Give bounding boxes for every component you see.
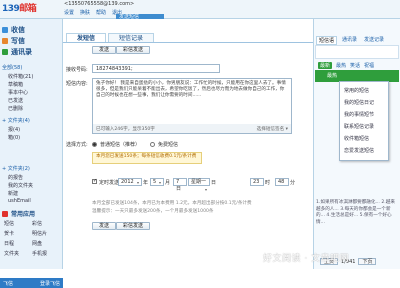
weekday-select[interactable]: 星期一 ▾ [188, 178, 210, 192]
send-mode-label: 选择方式: [66, 142, 88, 148]
sidebar-apps-grid: 短信 彩信 贺卡 明信片 日程 网盘 文件夹 手机报 [4, 220, 60, 257]
tab-sms-records[interactable]: 短信记录 [108, 33, 155, 42]
year-select[interactable]: 2012 ▾ [118, 178, 142, 186]
sidebar-item-all[interactable]: 全部(58) [2, 64, 22, 71]
sidebar-item-inbox[interactable]: 收件箱(21) [8, 73, 33, 80]
sidebar-compose[interactable]: 写信 [2, 36, 25, 46]
watermark-text: 好文阅读 · 文章吧网 [263, 254, 350, 264]
phrase-categories: 最新 最热 笑话 祝福 [318, 62, 374, 69]
tab-contacts[interactable]: 通讯录 [340, 36, 359, 45]
sidebar-folder-item[interactable]: 箱(0) [8, 134, 20, 141]
radio-checked-icon[interactable] [92, 142, 97, 147]
sidebar-folder2-item[interactable]: 我的文件夹 [8, 182, 33, 189]
category-jokes[interactable]: 笑话 [350, 62, 360, 69]
daily-limit-tip: 温馨提示：一天只最多发送200条，一个月最多发送1000条 [92, 209, 214, 214]
phrase-dropdown-menu: 常用的短信 我的短信日记 我的事情短节 联系短信记录 收件箱短信 恋爱发送短信 [339, 81, 389, 161]
day-unit: 日 [211, 180, 217, 186]
tab-send-history[interactable]: 发送记录 [362, 36, 386, 45]
dropdown-item[interactable]: 常用的短信 [344, 87, 369, 94]
inbox-icon [2, 27, 8, 33]
day-select[interactable]: 7日 [173, 178, 187, 192]
sidebar-apps-title: 常用应用 [2, 209, 35, 218]
fetion-label: 飞信 [3, 280, 14, 287]
app-postcard[interactable]: 明信片 [32, 230, 60, 237]
app-folder[interactable]: 文件夹 [4, 250, 32, 257]
radio-unchecked-icon[interactable] [150, 142, 155, 147]
fetion-login-link[interactable]: 登录飞信 [40, 280, 60, 287]
hour-unit: 时 [265, 180, 271, 186]
account-address: <13550765558@139.com> [64, 1, 135, 7]
tab-send-sms[interactable]: 发短信 [66, 33, 107, 42]
tab-divider [63, 42, 313, 43]
sidebar-inbox[interactable]: 收信 [2, 25, 25, 35]
minute-select[interactable]: 48 [275, 178, 289, 186]
app-mobile-news[interactable]: 手机报 [32, 250, 60, 257]
recipient-input[interactable]: 18274843391; [92, 64, 220, 73]
timed-send-checkbox[interactable] [92, 178, 97, 184]
sidebar-folder2-item[interactable]: 新建 [8, 190, 18, 197]
app-mms[interactable]: 彩信 [32, 220, 60, 227]
sidebar-folders-title[interactable]: + 文件夹(4) [2, 117, 30, 124]
menu-skin[interactable]: 换肤 [80, 9, 90, 16]
category-newest[interactable]: 最新 [318, 62, 333, 69]
menu-help[interactable]: 帮助 [96, 9, 106, 16]
dropdown-item[interactable]: 我的短信日记 [344, 99, 374, 106]
hour-select[interactable]: 23 [250, 178, 264, 186]
sidebar-folder2-item[interactable]: ushEmail [8, 198, 31, 204]
sidebar-contacts[interactable]: 通讯录 [2, 47, 32, 57]
phrase-list[interactable]: 1.如果所有冰淇淋都要都融化... 2.越来越多的人... 3.每天的你都会是一… [316, 200, 398, 226]
year-unit: 年 [143, 180, 149, 186]
top-menu: 设置 换肤 帮助 退出 [64, 9, 122, 16]
dropdown-item[interactable]: 我的事情短节 [344, 111, 374, 118]
send-mode-notice: 本月您已发送150条；每条短信收费0.1元/条计费 [92, 152, 202, 164]
app-disk[interactable]: 网盘 [32, 240, 60, 247]
timed-send-label: 定时发送 [99, 180, 120, 186]
month-select[interactable]: 5 ▾ [150, 178, 164, 186]
mms-send-button[interactable]: 彩信发送 [116, 46, 151, 54]
right-panel-tabs: 短信语 通讯录 发送记录 [316, 36, 386, 45]
recipient-label: 接收号码: [66, 67, 88, 73]
dropdown-item[interactable]: 收件箱短信 [344, 135, 369, 142]
sidebar-folder2-item[interactable]: 的报告 [8, 174, 23, 181]
signature-select[interactable]: 选择短信签名 ▾ [257, 126, 288, 132]
pencil-icon [2, 38, 8, 44]
menu-settings[interactable]: 设置 [64, 9, 74, 16]
next-page-button[interactable]: 下页 [358, 258, 377, 265]
app-logo[interactable]: 139邮箱 [2, 1, 37, 14]
app-sms[interactable]: 短信 [4, 220, 32, 227]
top-header: 139邮箱 <13550765558@139.com> 设置 换肤 帮助 退出 … [0, 0, 400, 20]
month-unit: 月 [165, 180, 171, 186]
dropdown-item[interactable]: 恋爱发送短信 [344, 147, 374, 154]
sidebar-item-deleted[interactable]: 已删除 [8, 105, 23, 112]
content-label: 短信内容: [66, 81, 88, 87]
apps-icon [2, 210, 8, 217]
sidebar-item-drafts[interactable]: 草稿箱 [8, 81, 23, 88]
left-sidebar: 收信 写信 通讯录 全部(58) 收件箱(21) 草稿箱 事本中心 已发送 已删… [0, 19, 63, 288]
sidebar-folder-item[interactable]: 报(4) [8, 126, 20, 133]
sidebar-item-center[interactable]: 事本中心 [8, 89, 28, 96]
dropdown-item[interactable]: 联系短信记录 [344, 123, 374, 130]
contacts-icon [2, 49, 8, 55]
monthly-summary: 本月全部已发送104条，本月已为本费用 1.2元，本月超出部分按0.1元/条计费 [92, 201, 252, 206]
minute-unit: 分 [290, 180, 296, 186]
mode-normal-option[interactable]: 普通短信（推荐） [92, 141, 140, 148]
mode-free-option[interactable]: 免费短信 [150, 141, 178, 148]
app-calendar[interactable]: 日程 [4, 240, 32, 247]
right-search-area[interactable] [315, 45, 399, 59]
category-hot[interactable]: 最热 [336, 62, 346, 69]
sidebar-footer: 飞信 登录飞信 [0, 278, 63, 288]
compose-tabs: 发短信 短信记录 [66, 33, 155, 42]
app-card[interactable]: 贺卡 [4, 230, 32, 237]
content-footer: 已可输入246字，显示350字 选择短信签名 ▾ [92, 124, 292, 134]
sidebar-folder2-title[interactable]: + 文件夹(2) [2, 165, 30, 172]
send-button[interactable]: 发送 [92, 46, 117, 54]
tab-sms-phrases[interactable]: 短信语 [316, 36, 338, 45]
category-wishes[interactable]: 祝福 [364, 62, 374, 69]
mms-send-button-bottom[interactable]: 彩信发送 [116, 222, 151, 230]
sidebar-item-sent[interactable]: 已发送 [8, 97, 23, 104]
char-counter: 已可输入246字，显示350字 [96, 126, 155, 132]
send-button-bottom[interactable]: 发送 [92, 222, 117, 230]
